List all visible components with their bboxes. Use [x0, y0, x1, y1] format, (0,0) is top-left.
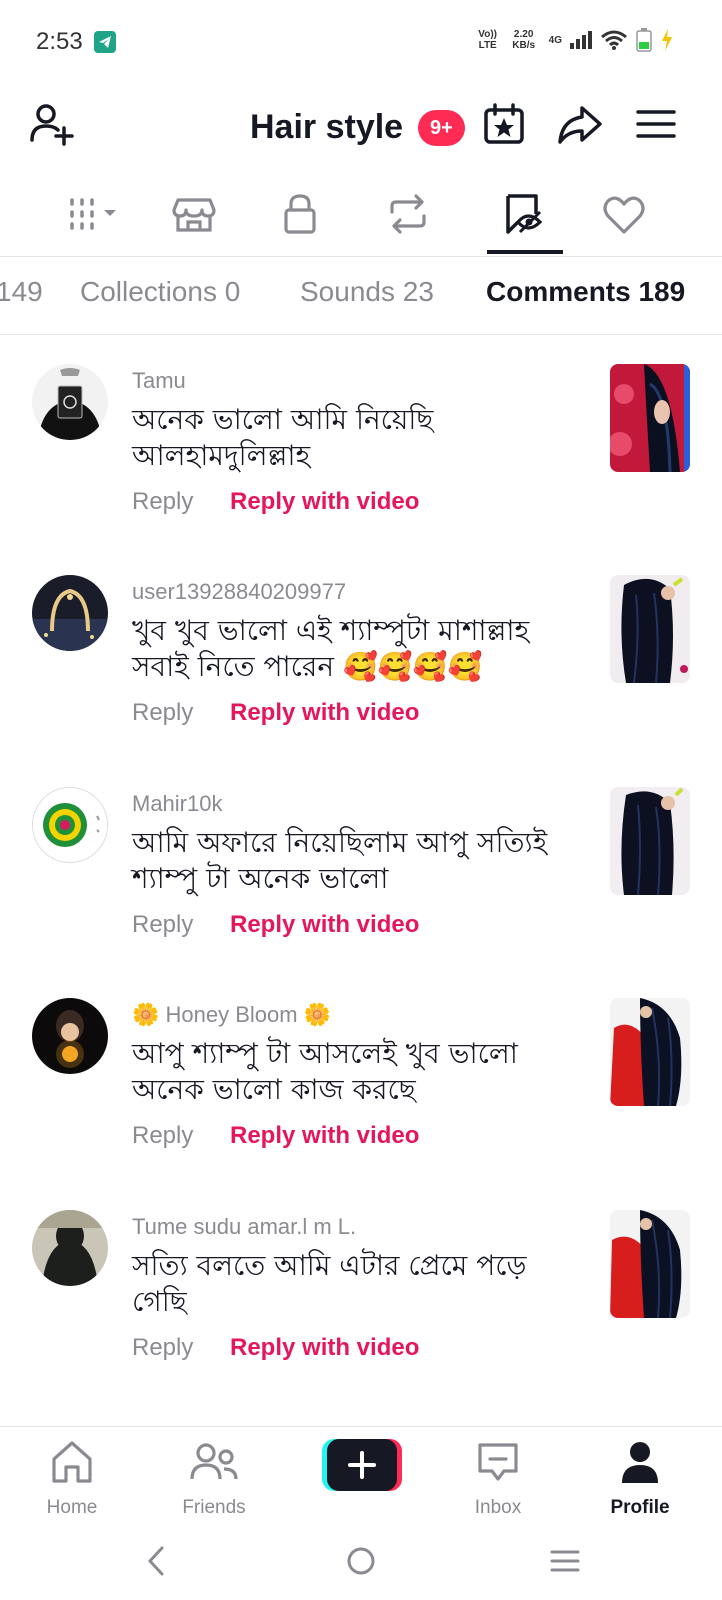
reply-button[interactable]: Reply	[132, 1122, 193, 1150]
back-icon[interactable]	[142, 1544, 172, 1578]
avatar[interactable]	[32, 364, 108, 440]
comment-text: খুব খুব ভালো এই শ্যাম্পুটা মাশাল্লাহ সবা…	[132, 614, 530, 683]
comment-username[interactable]: user13928840209977	[132, 579, 346, 605]
video-thumbnail[interactable]	[610, 1210, 690, 1318]
repost-tab-icon[interactable]	[384, 190, 432, 238]
videos-grid-tab-icon[interactable]	[66, 190, 126, 238]
active-tab-indicator	[487, 250, 563, 254]
video-thumbnail[interactable]	[610, 364, 690, 472]
private-lock-tab-icon[interactable]	[276, 190, 324, 238]
reply-button[interactable]: Reply	[132, 488, 193, 516]
nav-inbox[interactable]: Inbox	[438, 1437, 558, 1518]
shop-tab-icon[interactable]	[170, 190, 218, 238]
nav-profile[interactable]: Profile	[580, 1437, 700, 1518]
notification-badge: 9+	[418, 110, 465, 146]
video-thumbnail[interactable]	[610, 998, 690, 1106]
comment-item: Tume sudu amar.l m L. সত্যি বলতে আমি এটা…	[0, 1182, 722, 1392]
video-thumbnail[interactable]	[610, 787, 690, 895]
plus-icon	[322, 1439, 402, 1491]
reply-with-video-button[interactable]: Reply with video	[230, 1122, 419, 1150]
comment-username[interactable]: 🌼 Honey Bloom 🌼	[132, 1002, 331, 1028]
recents-menu-icon[interactable]	[548, 1544, 582, 1578]
nav-friends-label: Friends	[182, 1497, 246, 1518]
reply-button[interactable]: Reply	[132, 1334, 193, 1362]
nav-profile-label: Profile	[610, 1497, 670, 1518]
avatar[interactable]	[32, 998, 108, 1074]
profile-header: Hair style 9+	[0, 90, 722, 170]
liked-heart-tab-icon[interactable]	[600, 190, 648, 238]
bottom-navigation: Home Friends Inbox Profile	[0, 1426, 722, 1527]
comment-item: 🌼 Honey Bloom 🌼 আপু শ্যাম্পু টা আসলেই খু…	[0, 970, 722, 1180]
subtab-partial[interactable]: 149	[0, 276, 43, 308]
reply-button[interactable]: Reply	[132, 911, 193, 939]
net-speed-indicator: 2.20 KB/s	[512, 29, 536, 51]
menu-icon[interactable]	[632, 100, 680, 148]
subtab-collections[interactable]: Collections 0	[80, 276, 240, 308]
comment-username[interactable]: Tume sudu amar.l m L.	[132, 1214, 356, 1240]
battery-icon	[636, 28, 652, 52]
comment-item: user13928840209977 খুব খুব ভালো এই শ্যাম…	[0, 547, 722, 757]
avatar[interactable]	[32, 575, 108, 651]
favorites-bookmark-tab-icon[interactable]	[500, 190, 548, 238]
volte-indicator: Vo)) LTE	[478, 29, 497, 51]
calendar-star-icon[interactable]	[480, 100, 528, 148]
inbox-icon	[478, 1443, 518, 1481]
home-icon	[52, 1441, 92, 1483]
reply-button[interactable]: Reply	[132, 699, 193, 727]
share-icon[interactable]	[556, 100, 604, 148]
profile-icon	[622, 1442, 658, 1483]
wifi-icon	[601, 30, 627, 50]
comment-text: আমি অফারে নিয়েছিলাম আপু সত্যিই শ্যাম্পু…	[132, 826, 548, 895]
comment-username[interactable]: Mahir10k	[132, 791, 222, 817]
status-bar: 2:53 Vo)) LTE 2.20 KB/s 4G	[0, 0, 722, 90]
status-indicators: Vo)) LTE 2.20 KB/s 4G	[477, 28, 674, 52]
telegram-notification-icon	[94, 31, 116, 53]
system-navigation-bar	[0, 1526, 722, 1600]
nav-friends[interactable]: Friends	[154, 1437, 274, 1518]
comment-text: সত্যি বলতে আমি এটার প্রেমে পড়ে গেছি	[132, 1249, 527, 1318]
reply-with-video-button[interactable]: Reply with video	[230, 911, 419, 939]
signal-icon	[570, 31, 592, 49]
friends-icon	[190, 1443, 238, 1480]
nav-home-label: Home	[46, 1497, 98, 1518]
subtab-comments[interactable]: Comments 189	[486, 276, 685, 308]
video-thumbnail[interactable]	[610, 575, 690, 683]
nav-home[interactable]: Home	[12, 1437, 132, 1518]
sub-tabs: 149 Collections 0 Sounds 23 Comments 189	[0, 256, 722, 335]
reply-with-video-button[interactable]: Reply with video	[230, 1334, 419, 1362]
comment-item: Mahir10k আমি অফারে নিয়েছিলাম আপু সত্যিই…	[0, 759, 722, 969]
comment-username[interactable]: Tamu	[132, 368, 186, 394]
comment-item: Tamu অনেক ভালো আমি নিয়েছি আলহামদুলিল্লা…	[0, 336, 722, 546]
content-tab-icons	[0, 180, 722, 257]
comment-text: অনেক ভালো আমি নিয়েছি আলহামদুলিল্লাহ	[132, 403, 434, 472]
add-friend-icon[interactable]	[28, 100, 76, 148]
nav-inbox-label: Inbox	[474, 1497, 522, 1518]
status-time: 2:53	[36, 28, 83, 55]
page-title[interactable]: Hair style	[250, 108, 403, 147]
network-type: 4G	[548, 34, 562, 46]
create-post-button[interactable]	[322, 1439, 402, 1491]
avatar[interactable]	[32, 787, 108, 863]
reply-with-video-button[interactable]: Reply with video	[230, 488, 419, 516]
avatar[interactable]	[32, 1210, 108, 1286]
reply-with-video-button[interactable]: Reply with video	[230, 699, 419, 727]
subtab-sounds[interactable]: Sounds 23	[300, 276, 434, 308]
comment-text: আপু শ্যাম্পু টা আসলেই খুব ভালো অনেক ভালো…	[132, 1037, 518, 1106]
charging-icon	[662, 29, 672, 51]
home-circle-icon[interactable]	[344, 1544, 378, 1578]
